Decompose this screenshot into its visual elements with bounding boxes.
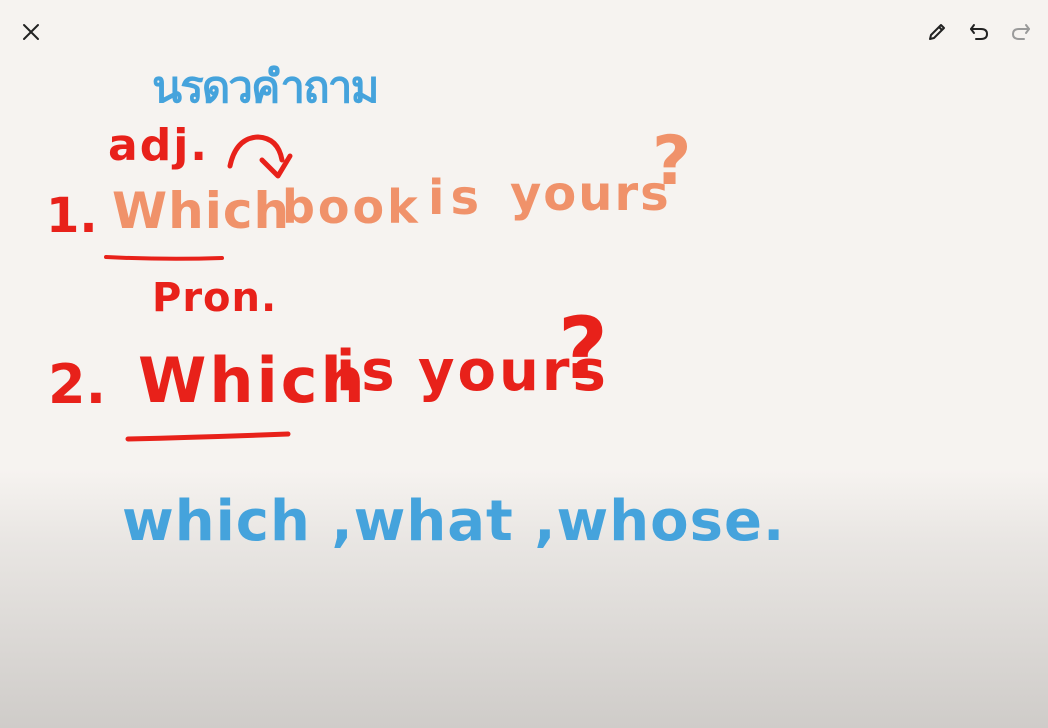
line2-underline — [125, 431, 291, 442]
arrow-head — [259, 153, 293, 179]
pron-label: Pron. — [152, 275, 278, 321]
close-icon — [21, 22, 41, 46]
line1-underline — [104, 255, 224, 261]
adj-label: adj. — [108, 120, 209, 171]
line1-which: Which — [112, 182, 291, 240]
bottom-word-list: which ,what ,whose. — [122, 489, 786, 554]
close-button[interactable] — [15, 18, 47, 50]
line1-number: 1. — [46, 188, 98, 244]
whiteboard-canvas[interactable]: นรดวคำถาม adj. 1. Which book is yours ? … — [0, 0, 1048, 728]
pencil-icon — [926, 21, 948, 47]
curved-arrow — [227, 134, 285, 169]
undo-button[interactable] — [963, 18, 995, 50]
line1-book: book — [282, 180, 421, 234]
pencil-button[interactable] — [921, 18, 953, 50]
line1-question-mark: ? — [652, 122, 692, 201]
redo-icon — [1010, 21, 1032, 47]
line1-yours: yours — [510, 166, 671, 222]
line2-which: Which — [138, 344, 368, 417]
line2-question-mark: ? — [558, 299, 608, 399]
line2-is: is — [336, 339, 401, 404]
line1-is: is — [428, 170, 486, 226]
line2-number: 2. — [48, 353, 107, 416]
redo-button[interactable] — [1005, 18, 1037, 50]
undo-icon — [968, 21, 990, 47]
thai-annotation: นรดวคำถาม — [152, 62, 379, 113]
